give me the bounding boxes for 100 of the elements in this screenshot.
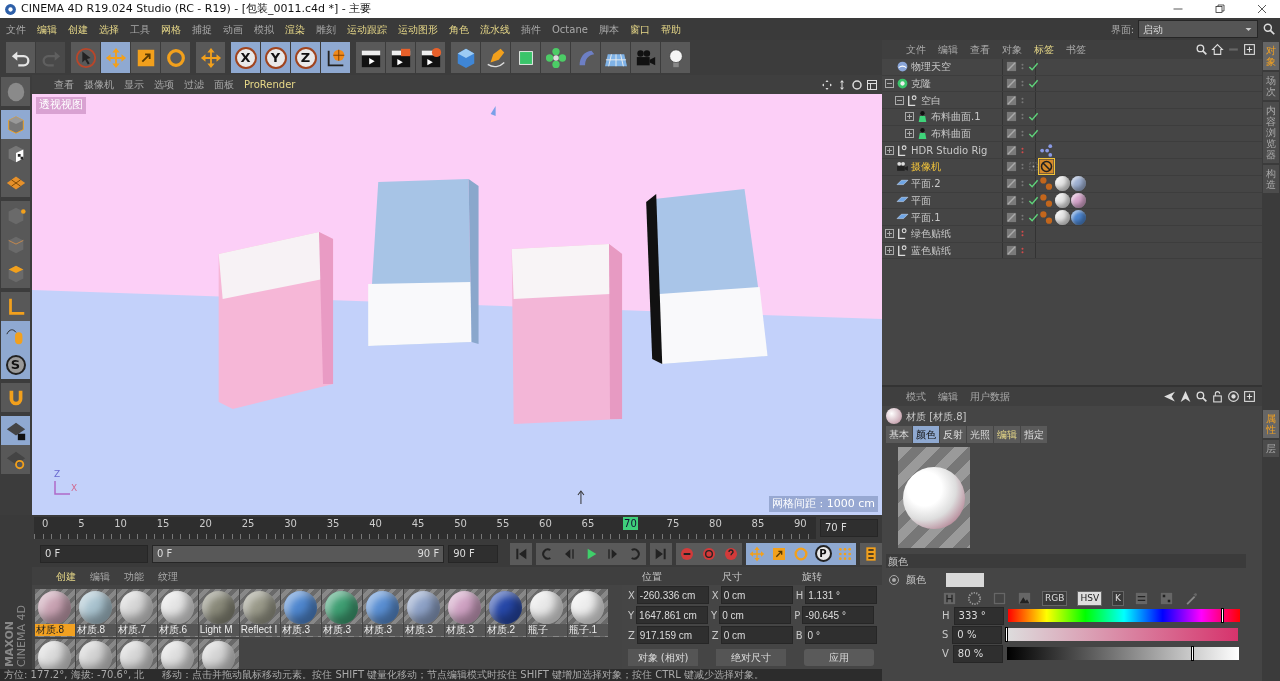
attribute-tab[interactable]: 光照 — [967, 426, 993, 443]
expand-icon[interactable] — [885, 245, 894, 255]
material-swatch[interactable]: 材质.3 — [280, 589, 321, 637]
menu-item[interactable]: 面板 — [214, 77, 234, 92]
coordinate-field[interactable]: -90.645 ° — [802, 606, 875, 624]
color-mode-button[interactable]: K — [1112, 591, 1124, 606]
menu-item[interactable]: 角色 — [449, 21, 469, 37]
menu-item[interactable]: 查看 — [54, 77, 74, 92]
floor-button[interactable] — [601, 42, 630, 73]
menu-item[interactable]: 编辑 — [938, 389, 958, 404]
axis-lock-button[interactable]: Z — [291, 42, 320, 73]
menu-item[interactable]: 过滤 — [184, 77, 204, 92]
expand-icon[interactable] — [905, 129, 914, 139]
collapse-icon[interactable] — [885, 79, 894, 89]
material-tag[interactable] — [1055, 209, 1070, 225]
color-slider[interactable] — [1006, 628, 1239, 641]
camera-button[interactable] — [631, 42, 660, 73]
expand-icon[interactable] — [885, 145, 894, 155]
menu-item[interactable]: 显示 — [124, 77, 144, 92]
object-name[interactable]: 克隆 — [911, 76, 931, 92]
attribute-tab[interactable]: 指定 — [1021, 426, 1047, 443]
attribute-tab[interactable]: 基本 — [886, 426, 912, 443]
move-key-button[interactable] — [746, 542, 768, 565]
coordinate-field[interactable]: 0 cm — [720, 626, 793, 644]
side-tab[interactable]: 层 — [1263, 440, 1279, 457]
expand-icon[interactable] — [885, 229, 894, 239]
expand-icon[interactable] — [905, 112, 914, 122]
material-swatch[interactable]: Reflect I — [239, 589, 280, 637]
menu-item[interactable]: 书签 — [1066, 42, 1086, 57]
object-name[interactable]: 空白 — [921, 92, 941, 108]
coordinate-field[interactable]: 1647.861 cm — [636, 606, 709, 624]
grid-cycle-button[interactable] — [1, 445, 30, 474]
coordinate-dropdown[interactable]: 绝对尺寸 — [716, 649, 786, 666]
menu-item[interactable]: 帮助 — [660, 21, 681, 37]
menu-item[interactable]: 用户数据 — [970, 389, 1010, 404]
render-settings-button[interactable] — [416, 42, 445, 73]
start-frame-field[interactable]: 0 F — [40, 544, 148, 563]
polygons-button[interactable] — [1, 259, 30, 288]
material-menu-item[interactable]: 创建 — [55, 568, 76, 584]
menu-item[interactable]: 文件 — [906, 42, 926, 57]
material-menu-item[interactable]: 功能 — [123, 568, 144, 584]
object-name[interactable]: 绿色贴纸 — [911, 226, 951, 242]
menu-item[interactable]: 模拟 — [254, 21, 274, 37]
coordinate-field[interactable]: 0 cm — [720, 586, 793, 604]
menu-item[interactable]: 文件 — [6, 21, 26, 37]
magnet-button[interactable] — [1, 383, 30, 412]
side-tab[interactable]: 内容浏览器 — [1263, 102, 1279, 163]
object-name[interactable]: HDR Studio Rig — [911, 142, 988, 158]
menu-item[interactable]: 选项 — [154, 77, 174, 92]
object-name[interactable]: 布料曲面 — [931, 126, 971, 142]
material-tag[interactable] — [1071, 209, 1086, 225]
light-button[interactable] — [661, 42, 690, 73]
menu-item[interactable]: 编辑 — [938, 42, 958, 57]
material-menu-item[interactable]: 编辑 — [89, 568, 110, 584]
menu-item[interactable]: 捕捉 — [192, 21, 212, 37]
texture-button[interactable] — [1, 139, 30, 168]
axis-lock-button[interactable]: X — [231, 42, 260, 73]
channel-field[interactable]: 333 ° — [953, 606, 1004, 625]
channel-field[interactable]: 80 % — [952, 644, 1003, 663]
menu-item[interactable]: 动画 — [223, 21, 243, 37]
side-tab[interactable]: 构造 — [1263, 165, 1279, 193]
playhead[interactable]: 70 — [623, 516, 638, 530]
menu-item[interactable]: 运动图形 — [398, 21, 438, 37]
menu-item[interactable]: 工具 — [130, 21, 150, 37]
attribute-tab[interactable]: 编辑 — [994, 426, 1020, 443]
attribute-tab[interactable]: 颜色 — [913, 426, 939, 443]
menu-item[interactable]: 脚本 — [598, 21, 619, 37]
menu-item[interactable]: ProRender — [244, 77, 296, 92]
point-level-button[interactable] — [834, 542, 856, 565]
object-name[interactable]: 蓝色贴纸 — [911, 242, 951, 258]
apply-button[interactable]: 应用 — [804, 649, 874, 666]
attribute-tab[interactable]: 反射 — [940, 426, 966, 443]
coordinate-field[interactable]: 0 cm — [719, 606, 792, 624]
layout-dropdown[interactable]: 启动 — [1138, 20, 1258, 38]
object-name[interactable]: 平面.2 — [911, 176, 941, 192]
object-name[interactable]: 物理天空 — [911, 59, 951, 75]
color-slider[interactable] — [1007, 609, 1240, 622]
render-picture-button[interactable] — [386, 42, 415, 73]
color-mode-button[interactable]: RGB — [1042, 591, 1068, 606]
solo-button[interactable]: S — [1, 350, 30, 379]
slider-thumb[interactable] — [1191, 646, 1195, 661]
coordinate-dropdown[interactable]: 对象 (相对) — [628, 649, 698, 666]
material-swatch[interactable]: 材质.3 — [321, 589, 362, 637]
menu-item[interactable]: 摄像机 — [84, 77, 114, 92]
material-swatch[interactable]: 材质.3 — [362, 589, 403, 637]
menu-item[interactable]: 对象 — [1002, 42, 1022, 57]
material-swatch[interactable]: 材质.8 — [75, 589, 116, 637]
material-menu-item[interactable]: 纹理 — [157, 568, 178, 584]
slider-thumb[interactable] — [1221, 608, 1225, 623]
menu-item[interactable]: 渲染 — [285, 21, 305, 37]
pen-button[interactable] — [481, 42, 510, 73]
axis-lock-button[interactable]: Y — [261, 42, 290, 73]
menu-item[interactable]: 流水线 — [480, 21, 510, 37]
material-swatch[interactable]: 材质.7 — [116, 589, 157, 637]
material-swatch[interactable]: 材质.3 — [403, 589, 444, 637]
menu-item[interactable]: 标签 — [1034, 42, 1054, 57]
menu-item[interactable]: 模式 — [906, 389, 926, 404]
material-swatch[interactable]: 瓶子 — [526, 589, 567, 637]
object-name[interactable]: 布料曲面.1 — [931, 109, 981, 125]
color-mode-button[interactable]: HSV — [1077, 591, 1103, 606]
